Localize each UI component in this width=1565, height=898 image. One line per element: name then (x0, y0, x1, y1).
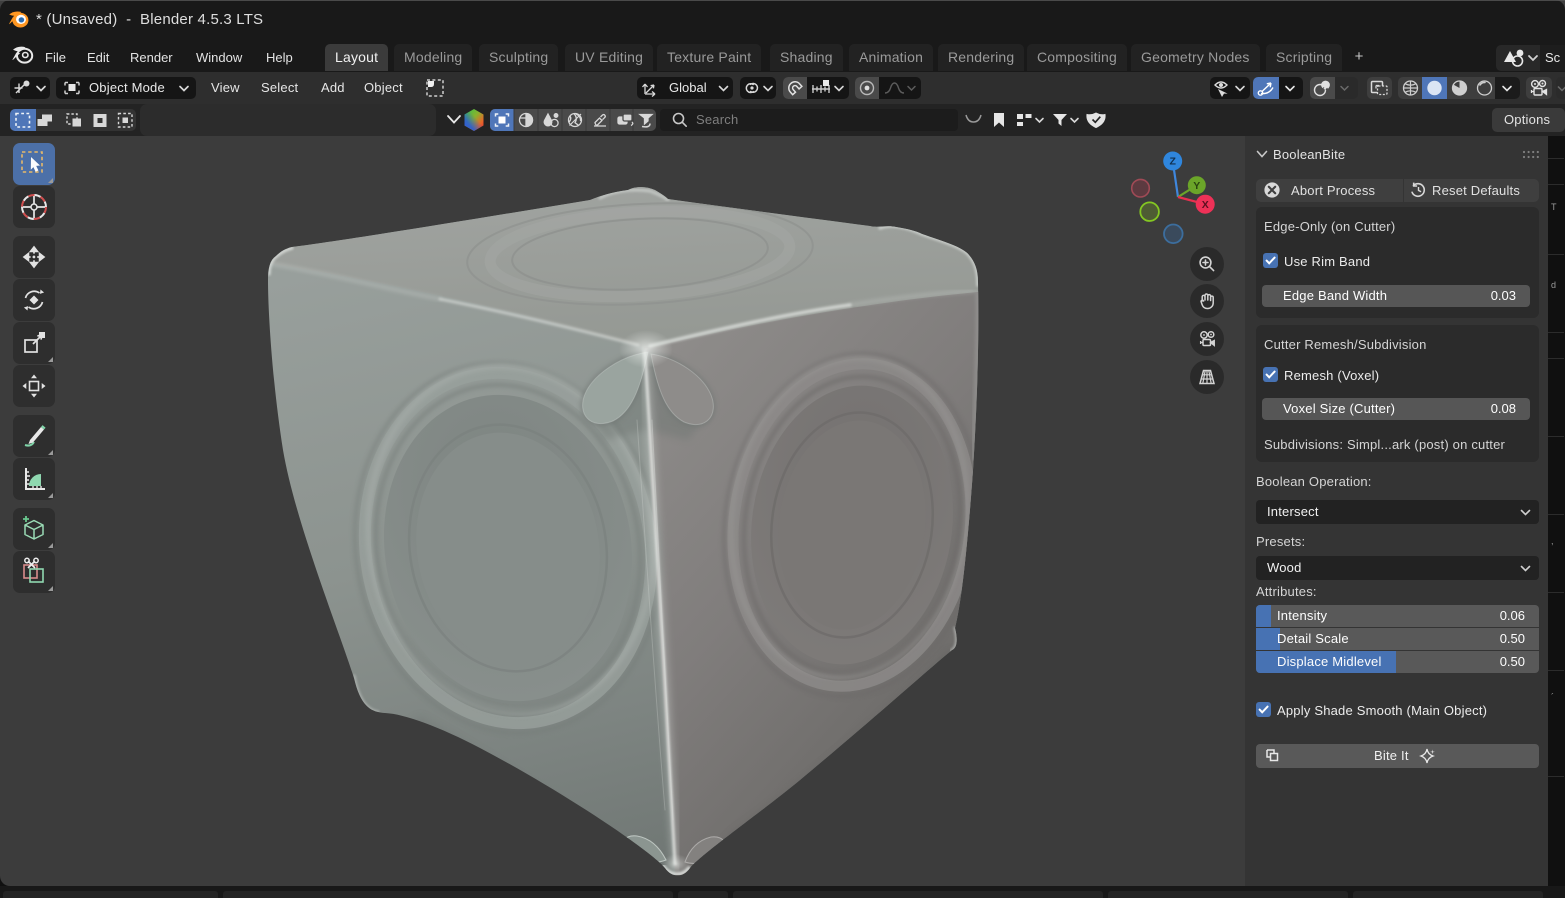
svg-text:Z: Z (1169, 156, 1176, 168)
svg-text:Y: Y (1193, 180, 1200, 192)
svg-text:X: X (1202, 199, 1209, 211)
